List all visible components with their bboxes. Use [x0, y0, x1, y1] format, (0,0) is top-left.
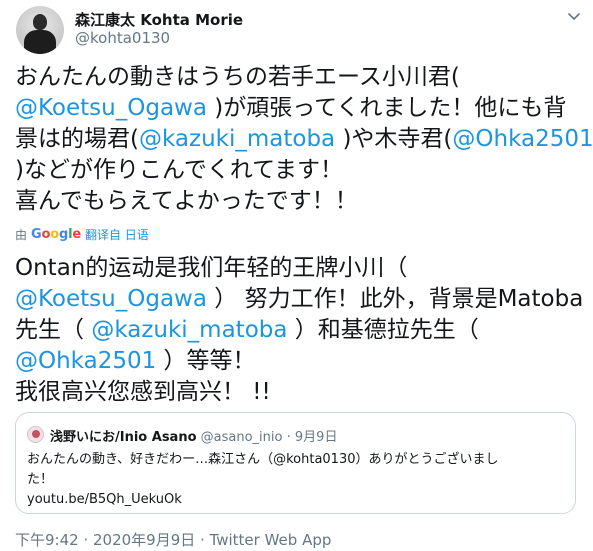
mention-link[interactable]: @kazuki_matoba: [139, 126, 335, 152]
quoted-avatar[interactable]: [27, 426, 44, 443]
translated-line: 先生（ @kazuki_matoba ）和基德拉先生（: [15, 315, 585, 346]
mention-link[interactable]: @Koetsu_Ogawa: [15, 95, 207, 121]
translated-line: 我很高兴您感到高兴！ !!: [15, 377, 585, 408]
translated-line: Ontan的运动是我们年轻的王牌小川（: [15, 253, 585, 284]
text-segment: 先生（: [15, 317, 92, 343]
avatar[interactable]: [16, 6, 64, 54]
translation-prefix: 由: [15, 228, 28, 242]
quoted-header: 浅野いにお/Inio Asano @asano_inio · 9月9日: [50, 426, 337, 445]
translated-line: @Ohka2501 ）等等！: [15, 346, 585, 377]
translated-text: Ontan的运动是我们年轻的王牌小川（ @Koetsu_Ogawa ） 努力工作！…: [15, 253, 585, 408]
tweet-line: @Koetsu_Ogawa )が頑張ってくれました！他にも背: [15, 93, 585, 124]
quoted-handle[interactable]: @asano_inio: [201, 430, 283, 445]
chevron-down-icon[interactable]: [566, 9, 582, 25]
tweet-line: 喜んでもらえてよかったです！！: [15, 186, 585, 217]
text-segment: 景は的場君(: [15, 126, 139, 152]
quoted-display-name[interactable]: 浅野いにお/Inio Asano: [50, 430, 197, 445]
translation-link[interactable]: 翻译自 日语: [85, 226, 149, 243]
text-segment: )などが作りこんでくれてます！: [15, 157, 343, 183]
text-segment: )が頑張ってくれました！他にも背: [206, 95, 567, 121]
text-segment: 我很高兴您感到高兴！ !!: [15, 379, 271, 405]
author-display-name[interactable]: 森江康太 Kohta Morie: [75, 9, 243, 30]
author-handle[interactable]: @kohta0130: [75, 29, 170, 47]
mention-link[interactable]: @Koetsu_Ogawa: [15, 286, 207, 312]
tweet-text: おんたんの動きはうちの若手エース小川君( @Koetsu_Ogawa )が頑張って…: [15, 62, 593, 217]
tweet-card: 森江康太 Kohta Morie @kohta0130 おんたんの動きはうちの若…: [0, 0, 593, 551]
text-segment: Ontan的运动是我们年轻的王牌小川（: [15, 255, 408, 281]
quoted-link[interactable]: youtu.be/B5Qh_UekuOk: [27, 490, 567, 510]
quoted-date[interactable]: 9月9日: [295, 430, 338, 445]
tweet-line: )などが作りこんでくれてます！: [15, 155, 585, 186]
tweet-line: 景は的場君(@kazuki_matoba )や木寺君(@Ohka2501: [15, 124, 593, 155]
translation-bar: 由 Google 翻译自 日语: [15, 226, 149, 243]
text-segment: ）和基德拉先生（: [287, 317, 479, 343]
quoted-text: おんたんの動き、好きだわー…森江さん（@kohta0130）ありがとうございまし…: [27, 450, 567, 510]
quoted-separator: ·: [286, 430, 291, 445]
quoted-text-line: おんたんの動き、好きだわー…森江さん（@kohta0130）ありがとうございまし: [27, 452, 499, 467]
mention-link[interactable]: @Ohka2501: [15, 348, 156, 374]
tweet-metadata[interactable]: 下午9:42 · 2020年9月9日 · Twitter Web App: [15, 529, 331, 550]
mention-link[interactable]: @Ohka2501: [452, 126, 593, 152]
text-segment: )や木寺君(: [335, 126, 453, 152]
text-segment: 喜んでもらえてよかったです！！: [15, 188, 358, 214]
google-logo: Google: [31, 227, 81, 242]
mention-link[interactable]: @kazuki_matoba: [91, 317, 287, 343]
text-segment: ）等等！: [156, 348, 256, 374]
text-segment: おんたんの動きはうちの若手エース小川君(: [15, 64, 460, 90]
tweet-line: おんたんの動きはうちの若手エース小川君(: [15, 62, 585, 93]
translated-line: @Koetsu_Ogawa ） 努力工作！此外，背景是Matoba: [15, 284, 585, 315]
text-segment: ） 努力工作！此外，背景是Matoba: [206, 286, 584, 312]
quoted-text-line: た！: [27, 472, 54, 487]
quoted-tweet[interactable]: 浅野いにお/Inio Asano @asano_inio · 9月9日 おんたん…: [15, 412, 576, 514]
